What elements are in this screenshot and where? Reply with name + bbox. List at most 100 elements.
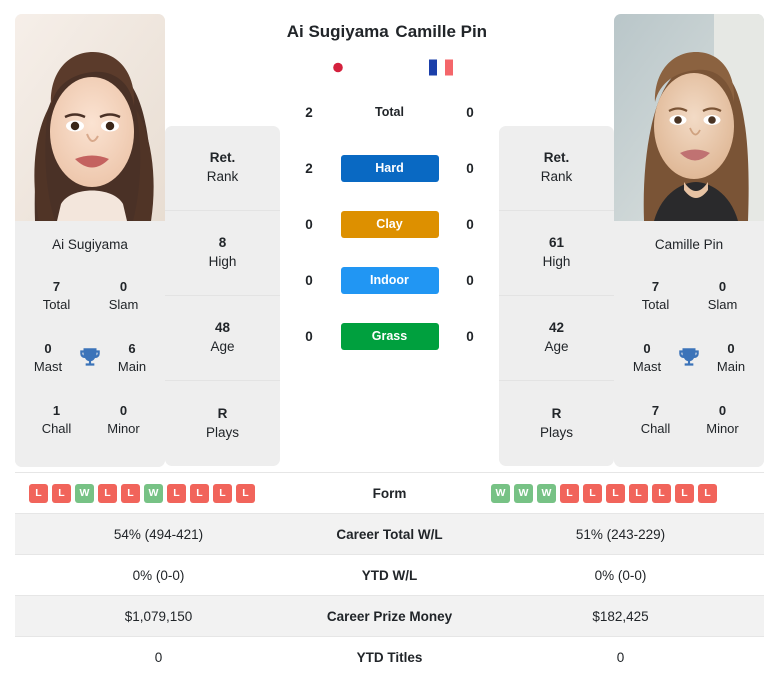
right-player-photo — [614, 14, 764, 221]
right-slam-titles-value: 0 — [718, 279, 727, 295]
right-total-titles-value: 7 — [651, 279, 660, 295]
left-main-titles-label: Main — [117, 359, 147, 374]
right-player-photo-caption: Camille Pin — [614, 221, 764, 265]
right-minor-titles: 0 Minor — [689, 402, 756, 437]
h2h-total-right-score: 0 — [466, 104, 474, 120]
table-row-career-total-wl: 54% (494-421) Career Total W/L 51% (243-… — [15, 513, 764, 555]
comparison-stats-table: LLWLLWLLLL Form WWWLLLLLLL 54% (494-421)… — [15, 472, 764, 678]
h2h-hard-left-score: 2 — [305, 160, 313, 176]
row-label-form: Form — [372, 485, 407, 501]
right-stat-plays-value: R — [551, 405, 562, 421]
left-titles-row-1: 7 Total 0 Slam — [23, 265, 157, 327]
right-total-titles-label: Total — [641, 297, 670, 312]
right-stat-high-label: High — [542, 254, 571, 269]
player-comparison-page: Ai Sugiyama 7 Total 0 Slam 0 Mast 6 Main… — [0, 0, 779, 699]
left-chall-titles: 1 Chall — [23, 402, 90, 437]
right-main-titles: 0 Main — [706, 340, 756, 375]
h2h-row-clay: 0 Clay 0 — [286, 196, 493, 252]
right-ytd-titles: 0 — [616, 649, 625, 665]
right-career-total-wl: 51% (243-229) — [575, 526, 666, 542]
right-form-badge: L — [675, 483, 694, 503]
left-player-name[interactable]: Ai Sugiyama — [286, 22, 390, 42]
h2h-indoor-mid: Indoor — [332, 266, 447, 294]
right-player-name[interactable]: Camille Pin — [390, 22, 494, 42]
right-titles-row-3: 7 Chall 0 Minor — [622, 389, 756, 451]
left-player-photo — [15, 14, 165, 221]
left-stat-age-value: 48 — [214, 320, 231, 336]
h2h-indoor-left-score: 0 — [305, 272, 313, 288]
right-ytd-wl: 0% (0-0) — [594, 567, 647, 583]
table-row-career-prize-money: $1,079,150 Career Prize Money $182,425 — [15, 595, 764, 637]
head-to-head-center: Ai Sugiyama Camille Pin 2 Total 0 2 Hard… — [280, 14, 499, 364]
left-career-total-wl: 54% (494-421) — [113, 526, 204, 542]
right-stat-age-value: 42 — [548, 320, 565, 336]
right-form-badge: W — [491, 483, 510, 503]
right-form-badge: L — [560, 483, 579, 503]
h2h-indoor-right-score: 0 — [466, 272, 474, 288]
left-stat-rank: Ret. Rank — [165, 126, 280, 211]
left-slam-titles-value: 0 — [119, 279, 128, 295]
table-row-ytd-wl: 0% (0-0) YTD W/L 0% (0-0) — [15, 554, 764, 596]
row-label-career-prize-money: Career Prize Money — [326, 608, 453, 624]
surface-badge-grass[interactable]: Grass — [340, 322, 439, 350]
right-form-badge: L — [698, 483, 717, 503]
h2h-grass-mid: Grass — [332, 322, 447, 350]
right-total-titles: 7 Total — [622, 278, 689, 313]
right-stat-high-value: 61 — [548, 235, 565, 251]
left-trophy-icon — [73, 345, 107, 371]
right-main-titles-value: 0 — [727, 341, 735, 357]
right-stat-plays: R Plays — [499, 381, 614, 466]
surface-badge-clay[interactable]: Clay — [340, 210, 439, 238]
surface-badge-hard[interactable]: Hard — [340, 154, 439, 182]
right-form-badge: L — [606, 483, 625, 503]
left-minor-titles-label: Minor — [107, 421, 140, 436]
h2h-clay-mid: Clay — [332, 210, 447, 238]
left-mast-titles: 0 Mast — [23, 340, 73, 375]
left-stat-column: Ret. Rank 8 High 48 Age R Plays — [165, 126, 280, 466]
left-mast-titles-label: Mast — [33, 359, 63, 374]
right-form-cell: WWWLLLLLLL — [477, 473, 764, 514]
right-titles-row-1: 7 Total 0 Slam — [622, 265, 756, 327]
h2h-row-total: 2 Total 0 — [286, 84, 493, 140]
left-player-photo-caption: Ai Sugiyama — [15, 221, 165, 265]
left-form-badge: L — [52, 483, 71, 503]
h2h-grass-right-score: 0 — [466, 328, 474, 344]
right-minor-titles-value: 0 — [718, 403, 727, 419]
right-form-badge: W — [514, 483, 533, 503]
surface-badge-indoor[interactable]: Indoor — [340, 266, 439, 294]
left-stat-rank-label: Rank — [206, 169, 239, 184]
left-form-badge: W — [144, 483, 163, 503]
left-form-badge: W — [75, 483, 94, 503]
h2h-clay-right-score: 0 — [466, 216, 474, 232]
left-ytd-titles: 0 — [154, 649, 163, 665]
right-form-badge: L — [629, 483, 648, 503]
h2h-row-indoor: 0 Indoor 0 — [286, 252, 493, 308]
left-form-badge: L — [121, 483, 140, 503]
right-stat-rank-label: Rank — [540, 169, 573, 184]
right-titles-grid: 7 Total 0 Slam 0 Mast 0 Main 7 Chall 0 M… — [614, 265, 764, 467]
left-stat-rank-value: Ret. — [209, 150, 236, 166]
left-stat-high: 8 High — [165, 211, 280, 296]
left-form-badge: L — [29, 483, 48, 503]
right-chall-titles-label: Chall — [640, 421, 671, 436]
h2h-hard-mid: Hard — [332, 154, 447, 182]
right-flag-wrap — [390, 59, 494, 76]
right-mast-titles-label: Mast — [632, 359, 662, 374]
right-stat-age-label: Age — [544, 339, 569, 354]
h2h-rows: 2 Total 0 2 Hard 0 0 Clay 0 0 Indoor 0 0… — [286, 84, 493, 364]
left-ytd-wl: 0% (0-0) — [132, 567, 185, 583]
right-player-card[interactable]: Camille Pin 7 Total 0 Slam 0 Mast 0 Main… — [614, 14, 764, 467]
h2h-hard-right-score: 0 — [466, 160, 474, 176]
left-total-titles-label: Total — [42, 297, 71, 312]
player-names-row: Ai Sugiyama Camille Pin — [286, 14, 493, 50]
right-form-strip: WWWLLLLLLL — [477, 483, 764, 503]
right-main-titles-label: Main — [716, 359, 746, 374]
right-form-badge: W — [537, 483, 556, 503]
right-career-prize-money: $182,425 — [592, 608, 649, 624]
left-stat-age-label: Age — [210, 339, 235, 354]
left-form-badge: L — [236, 483, 255, 503]
player-flags-row — [286, 50, 493, 84]
h2h-total-left-score: 2 — [305, 104, 313, 120]
left-player-card[interactable]: Ai Sugiyama 7 Total 0 Slam 0 Mast 6 Main… — [15, 14, 165, 467]
left-stat-plays-value: R — [217, 405, 228, 421]
